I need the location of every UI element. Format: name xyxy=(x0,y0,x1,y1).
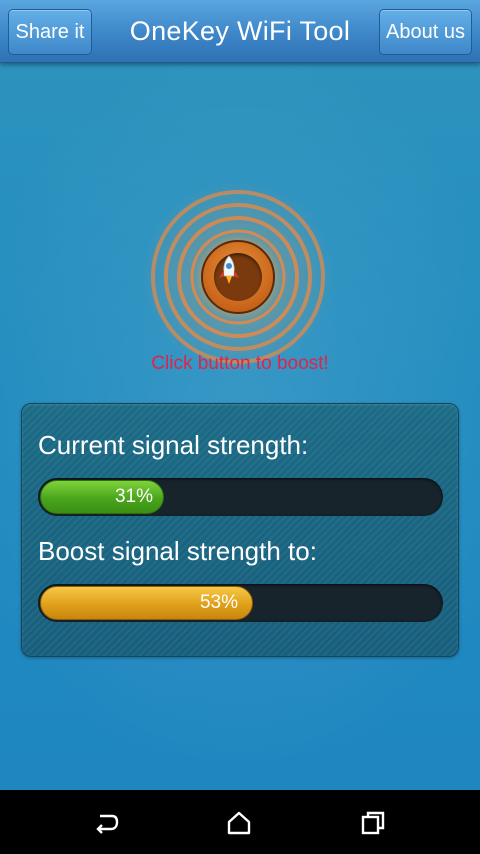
share-button[interactable]: Share it xyxy=(8,9,92,55)
top-bar: Share it OneKey WiFi Tool About us xyxy=(0,0,480,63)
recent-apps-icon[interactable] xyxy=(358,808,388,838)
boost-hint: Click button to boost! xyxy=(151,353,329,374)
current-signal-label: Current signal strength: xyxy=(38,430,309,460)
main-area: Click button to boost! Current signal st… xyxy=(0,62,480,790)
back-icon[interactable] xyxy=(91,808,121,838)
about-button[interactable]: About us xyxy=(379,9,472,55)
current-signal-value: 31% xyxy=(114,486,153,507)
current-signal-fill: 31% xyxy=(40,480,164,514)
boost-button[interactable] xyxy=(201,240,275,314)
boost-signal-fill: 53% xyxy=(40,586,253,620)
current-signal-bar: 31% xyxy=(38,478,443,516)
rocket-icon xyxy=(219,255,239,284)
home-icon[interactable] xyxy=(224,808,254,838)
signal-panel: Current signal strength: 31% Boost signa… xyxy=(21,403,459,657)
boost-signal-label: Boost signal strength to: xyxy=(38,536,317,566)
navigation-bar xyxy=(0,790,480,854)
boost-button-core xyxy=(214,253,262,301)
boost-signal-bar: 53% xyxy=(38,584,443,622)
boost-area xyxy=(140,179,336,375)
boost-signal-value: 53% xyxy=(199,592,238,613)
